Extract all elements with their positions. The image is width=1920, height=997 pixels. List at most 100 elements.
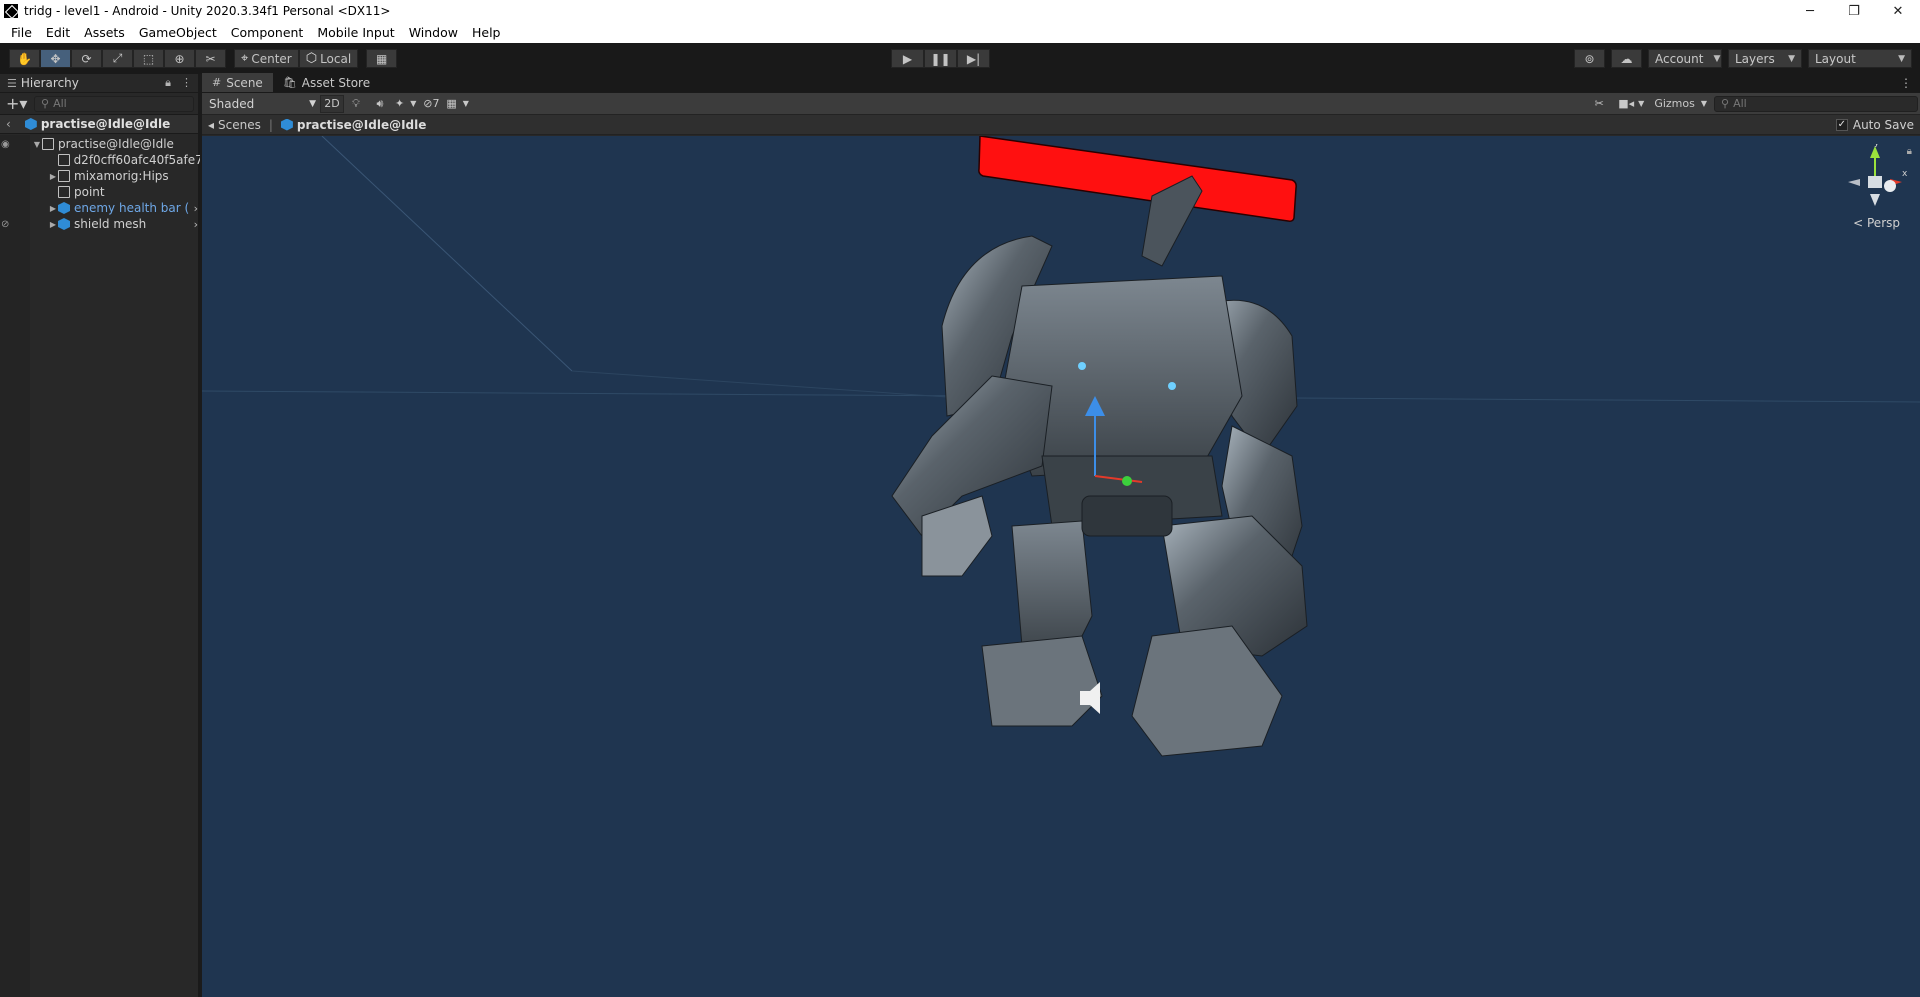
checkbox-checked-icon[interactable]: ✓: [1835, 118, 1848, 131]
expand-arrow-icon[interactable]: ▶: [48, 220, 58, 229]
menu-mobile-input[interactable]: Mobile Input: [310, 25, 401, 40]
visibility-gutter: [0, 135, 30, 997]
account-dropdown[interactable]: Account ▼: [1648, 49, 1722, 68]
menu-component[interactable]: Component: [224, 25, 311, 40]
layout-dropdown[interactable]: Layout ▼: [1808, 49, 1912, 68]
kebab-menu-icon[interactable]: ⋮: [1900, 76, 1912, 90]
hand-tool-button[interactable]: ✋: [9, 49, 40, 68]
scene-render: [202, 136, 1920, 757]
breadcrumb-prefab[interactable]: practise@Idle@Idle: [280, 118, 426, 132]
scale-tool-button[interactable]: ⤢: [102, 49, 133, 68]
scene-panel: # Scene 🛍︎ Asset Store ⋮ Shaded ▼ 2D 💡︎ 🔊︎…: [202, 73, 1920, 997]
grid-toggle[interactable]: ▦ ▼: [443, 95, 472, 113]
eye-icon[interactable]: ◉: [1, 139, 10, 150]
breadcrumb-scenes[interactable]: ◂ Scenes: [208, 118, 261, 132]
menu-help[interactable]: Help: [465, 25, 508, 40]
pivot-center-label: Center: [251, 51, 292, 66]
shading-mode-dropdown[interactable]: Shaded ▼: [205, 95, 320, 113]
collab-button[interactable]: ⊚: [1574, 49, 1605, 68]
expand-arrow-icon[interactable]: ▶: [48, 172, 58, 181]
prefab-icon: [58, 218, 70, 230]
tree-item[interactable]: ◉ ▼ practise@Idle@Idle: [0, 136, 200, 152]
projection-toggle[interactable]: < Persp: [1853, 216, 1900, 230]
lock-icon[interactable]: 🔒︎: [1907, 146, 1912, 157]
expand-arrow-icon[interactable]: ▼: [32, 140, 42, 149]
scene-tools-button[interactable]: ✂: [1587, 95, 1611, 113]
transform-tools: ✋ ✥ ⟳ ⤢ ⬚ ⊕ ✂: [9, 49, 226, 68]
hierarchy-tab[interactable]: ☰ Hierarchy 🔒︎ ⋮: [0, 74, 198, 93]
tree-item-label: practise@Idle@Idle: [58, 137, 174, 151]
autosave-toggle[interactable]: ✓ Auto Save: [1835, 118, 1914, 132]
tools-icon: ✂: [1594, 97, 1604, 110]
tree-item-label: shield mesh: [74, 217, 147, 231]
scene-viewport[interactable]: y x 🔒︎ < Persp: [202, 136, 1920, 997]
lock-icon[interactable]: 🔒︎: [165, 76, 171, 90]
gameobject-icon: [58, 170, 70, 182]
account-label: Account: [1655, 51, 1704, 66]
move-tool-button[interactable]: ✥: [40, 49, 71, 68]
scene-search-input[interactable]: ⚲ All: [1714, 95, 1918, 112]
hierarchy-list-icon: ☰: [7, 76, 17, 90]
tree-item[interactable]: ⊘ ▶ shield mesh ›: [0, 216, 200, 232]
pause-icon: ❚❚: [930, 51, 951, 66]
tree-item[interactable]: point: [0, 184, 200, 200]
layers-dropdown[interactable]: Layers ▼: [1728, 49, 1802, 68]
chevron-right-icon[interactable]: ›: [194, 218, 198, 231]
play-button[interactable]: ▶: [891, 49, 924, 68]
kebab-menu-icon[interactable]: ⋮: [181, 76, 192, 90]
prefab-header-label: practise@Idle@Idle: [40, 117, 171, 131]
rect-tool-button[interactable]: ⬚: [133, 49, 164, 68]
pause-button[interactable]: ❚❚: [924, 49, 957, 68]
shopping-bag-icon: 🛍︎: [282, 76, 297, 89]
tab-asset-store[interactable]: 🛍︎ Asset Store: [273, 73, 380, 92]
layout-label: Layout: [1815, 51, 1856, 66]
menu-assets[interactable]: Assets: [77, 25, 132, 40]
lighting-toggle[interactable]: 💡︎: [344, 95, 368, 113]
menu-window[interactable]: Window: [402, 25, 465, 40]
speaker-icon: 🔊︎: [376, 96, 384, 110]
gizmos-dropdown[interactable]: Gizmos ▼: [1651, 95, 1710, 113]
grid-snap-button[interactable]: ▦: [366, 49, 398, 68]
chevron-down-icon: ▼: [410, 99, 417, 108]
back-arrow-icon[interactable]: ‹: [6, 117, 11, 131]
scene-toolbar: Shaded ▼ 2D 💡︎ 🔊︎ ✦ ▼ ⊘ 7 ▦ ▼ ✂ ■◂ ▼ Gizmos ▼…: [202, 93, 1920, 115]
transform-icon: ⊕: [174, 51, 185, 66]
restore-button[interactable]: ❐: [1832, 0, 1876, 22]
rotate-icon: ⟳: [81, 51, 92, 66]
menu-gameobject[interactable]: GameObject: [132, 25, 224, 40]
toggle-2d-button[interactable]: 2D: [320, 94, 344, 113]
prefab-header[interactable]: ‹ practise@Idle@Idle: [0, 114, 198, 134]
rotate-tool-button[interactable]: ⟳: [71, 49, 102, 68]
hidden-eye-icon[interactable]: ⊘: [1, 219, 9, 230]
tab-scene[interactable]: # Scene: [202, 73, 273, 92]
unity-logo-icon: [4, 4, 18, 18]
custom-tool-button[interactable]: ✂: [195, 49, 226, 68]
search-icon: ⚲: [41, 97, 50, 110]
local-icon: ⬡: [305, 51, 318, 66]
pivot-icon: ⌖: [241, 51, 249, 66]
camera-settings-button[interactable]: ■◂ ▼: [1615, 95, 1647, 113]
add-object-button[interactable]: +▾: [6, 94, 34, 113]
menu-edit[interactable]: Edit: [39, 25, 77, 40]
step-button[interactable]: ▶|: [957, 49, 990, 68]
gameobject-icon: [42, 138, 54, 150]
tree-item[interactable]: ▶ mixamorig:Hips: [0, 168, 200, 184]
transform-tool-button[interactable]: ⊕: [164, 49, 195, 68]
chevron-down-icon: ▼: [1788, 53, 1795, 64]
pivot-local-label: Local: [320, 51, 352, 66]
menu-file[interactable]: File: [4, 25, 39, 40]
hierarchy-search-input[interactable]: ⚲ All: [34, 95, 194, 112]
tree-item[interactable]: ▶ enemy health bar ( ›: [0, 200, 200, 216]
pivot-center-button[interactable]: ⌖ Center: [234, 49, 299, 68]
minimize-button[interactable]: ─: [1788, 0, 1832, 22]
pivot-local-button[interactable]: ⬡ Local: [298, 49, 359, 68]
audio-toggle[interactable]: 🔊︎: [368, 95, 392, 113]
effects-toggle[interactable]: ✦ ▼: [392, 95, 419, 113]
tree-item[interactable]: d2f0cff60afc40f5afe7: [0, 152, 200, 168]
cloud-button[interactable]: ☁: [1611, 49, 1642, 68]
hand-icon: ✋: [17, 51, 32, 66]
expand-arrow-icon[interactable]: ▶: [48, 204, 58, 213]
close-button[interactable]: ✕: [1876, 0, 1920, 22]
visibility-toggle[interactable]: ⊘ 7: [419, 95, 443, 113]
chevron-right-icon[interactable]: ›: [194, 202, 198, 215]
